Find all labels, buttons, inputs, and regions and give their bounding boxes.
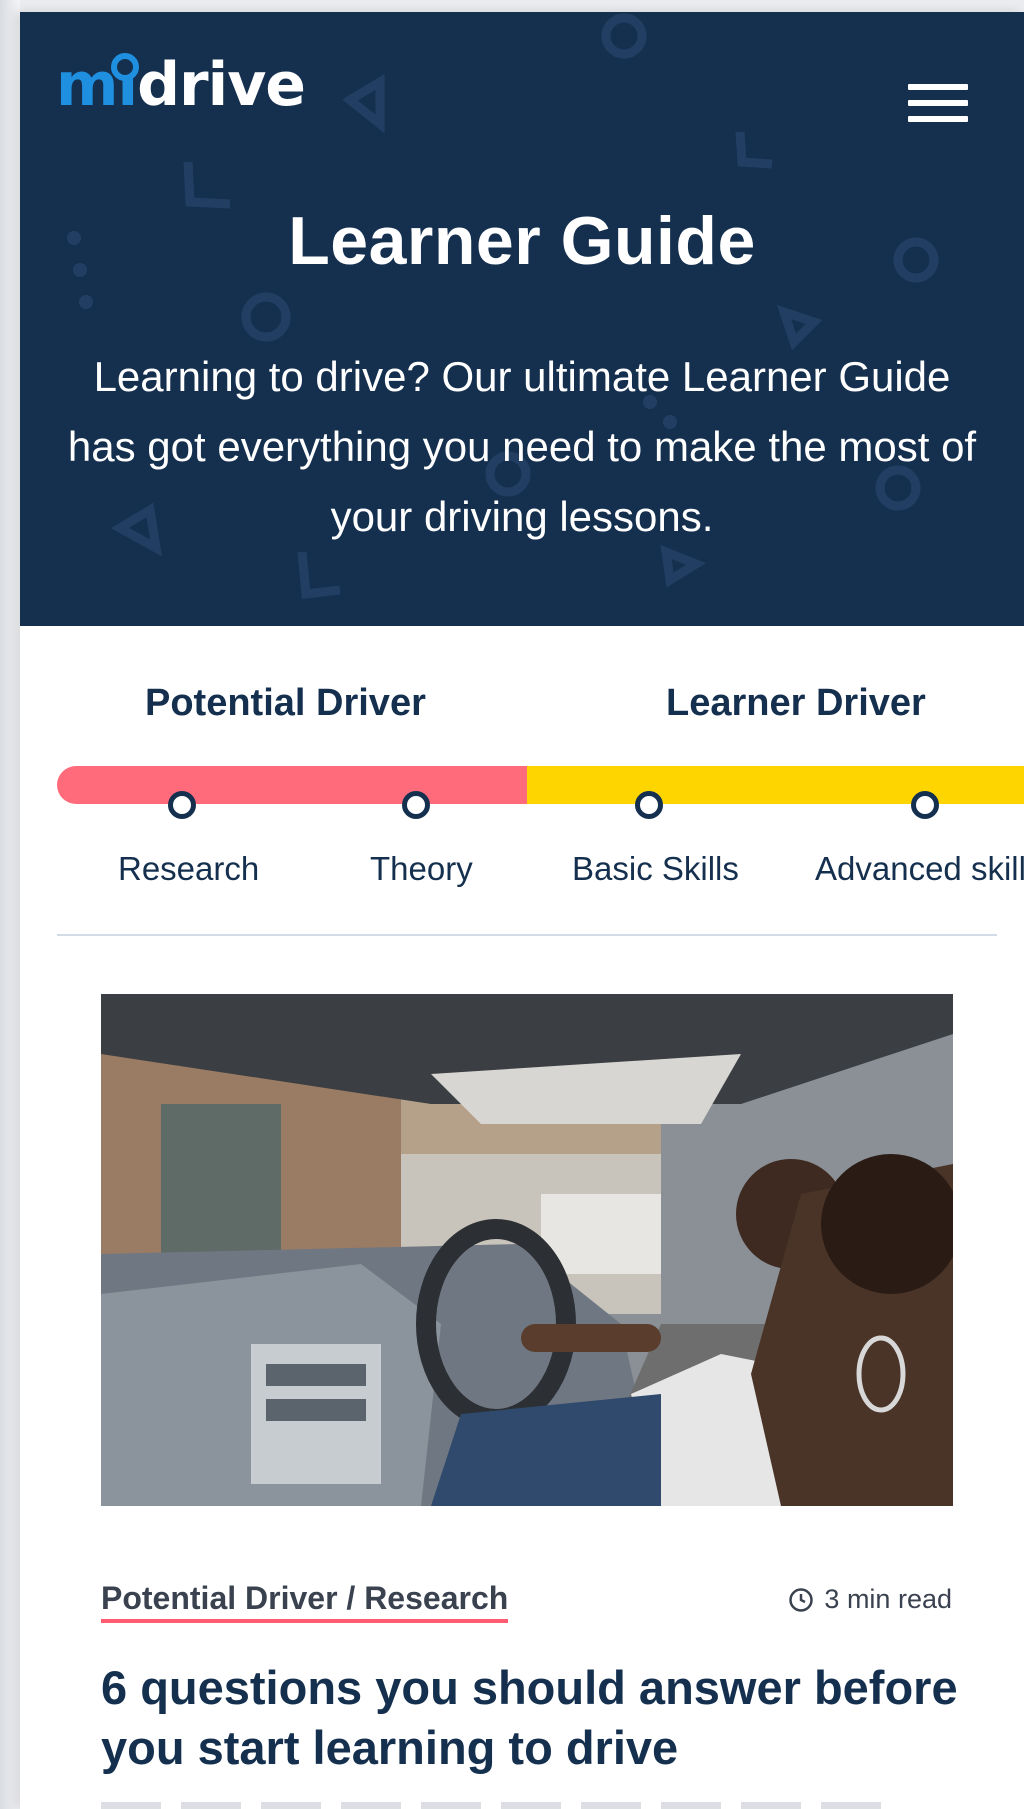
step-label-theory[interactable]: Theory [370,850,473,888]
step-marker-basic-skills[interactable] [635,791,663,819]
section-divider [57,934,997,936]
hero-banner: midrive Learner Guide Learning to drive?… [20,12,1024,626]
step-label-research[interactable]: Research [118,850,259,888]
hero-description: Learning to drive? Our ultimate Learner … [67,353,977,540]
step-label-basic-skills[interactable]: Basic Skills [572,850,739,888]
step-label-advanced-skills[interactable]: Advanced skill [815,850,1024,888]
progress-segment-learner [527,766,1024,804]
logo-drive: drive [137,50,306,120]
page: midrive Learner Guide Learning to drive?… [20,12,1024,1809]
read-time: 3 min read [788,1584,952,1615]
article-title[interactable]: 6 questions you should answer before you… [101,1658,961,1778]
car-interior-illustration [101,994,953,1506]
page-edge-shadow [0,0,20,1809]
article-category-breadcrumb[interactable]: Potential Driver / Research [101,1580,509,1623]
step-marker-advanced-skills[interactable] [911,791,939,819]
midrive-logo[interactable]: midrive [56,40,326,130]
stage-potential-driver[interactable]: Potential Driver [145,682,426,725]
logo-dot [111,53,139,81]
read-time-label: 3 min read [824,1584,952,1614]
step-marker-research[interactable] [168,791,196,819]
article-excerpt-cutoff [101,1802,901,1809]
progress-segment-potential [57,766,527,804]
hamburger-menu-icon[interactable] [908,84,970,124]
stage-learner-driver[interactable]: Learner Driver [666,682,926,725]
step-marker-theory[interactable] [402,791,430,819]
article-image[interactable] [101,994,953,1506]
page-title: Learner Guide [288,203,756,279]
clock-icon [789,1587,814,1612]
